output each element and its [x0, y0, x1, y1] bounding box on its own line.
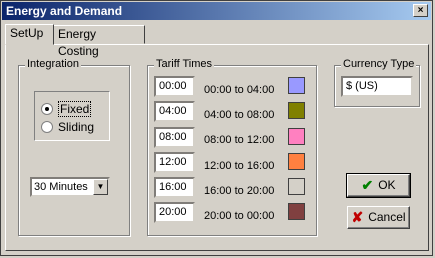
close-icon: × — [417, 5, 424, 16]
setup-panel: Integration Fixed Sliding 30 Minutes ▼ T… — [5, 44, 429, 251]
interval-select[interactable]: 30 Minutes ▼ — [30, 177, 110, 197]
tab-setup-label: SetUp — [10, 26, 44, 40]
tariff-color-swatch-6[interactable] — [288, 203, 305, 220]
tariff-range-label-2: 04:00 to 08:00 — [204, 109, 275, 121]
tariff-color-swatch-5[interactable] — [288, 178, 305, 195]
check-icon: ✔ — [361, 177, 374, 194]
tariff-color-swatch-3[interactable] — [288, 128, 305, 145]
energy-demand-dialog: Energy and Demand × SetUp Energy Costing… — [0, 0, 433, 256]
tariff-time-input-6[interactable]: 20:00 — [154, 202, 195, 223]
interval-select-value: 30 Minutes — [34, 181, 88, 193]
tab-energy-costing[interactable]: Energy Costing — [53, 25, 145, 58]
cancel-button[interactable]: ✘ Cancel — [347, 206, 410, 229]
tariff-range-label-5: 16:00 to 20:00 — [204, 185, 275, 197]
tariff-range-label-1: 00:00 to 04:00 — [204, 84, 275, 96]
radio-fixed[interactable]: Fixed — [41, 101, 92, 117]
radio-fixed-label: Fixed — [58, 101, 92, 117]
integration-options-box: Fixed Sliding — [34, 91, 110, 141]
radio-sliding[interactable]: Sliding — [41, 119, 94, 135]
radio-sliding-label: Sliding — [58, 120, 95, 134]
currency-type-group: Currency Type $ (US) — [334, 58, 420, 107]
tariff-color-swatch-2[interactable] — [288, 102, 305, 119]
tariff-time-input-5[interactable]: 16:00 — [154, 177, 195, 198]
radio-sliding-indicator[interactable] — [41, 120, 53, 133]
ok-button[interactable]: ✔ OK — [346, 173, 411, 198]
integration-group: Integration Fixed Sliding 30 Minutes ▼ — [18, 58, 130, 236]
tariff-time-input-4[interactable]: 12:00 — [154, 152, 195, 173]
tab-setup[interactable]: SetUp — [5, 24, 54, 45]
tariff-time-input-3[interactable]: 08:00 — [154, 127, 195, 148]
ok-button-label: OK — [378, 178, 396, 192]
tariff-times-group: Tariff Times 00:00 00:00 to 04:00 04:00 … — [147, 58, 317, 236]
cancel-button-label: Cancel — [368, 210, 406, 224]
tariff-range-label-4: 12:00 to 16:00 — [204, 160, 275, 172]
tariff-time-input-2[interactable]: 04:00 — [154, 101, 195, 122]
radio-fixed-indicator[interactable] — [41, 102, 53, 115]
close-button[interactable]: × — [413, 4, 428, 17]
tariff-range-label-3: 08:00 to 12:00 — [204, 134, 275, 146]
currency-type-group-label: Currency Type — [341, 58, 417, 70]
window-title: Energy and Demand — [6, 4, 123, 18]
integration-group-label: Integration — [25, 58, 81, 70]
title-bar: Energy and Demand × — [2, 2, 431, 20]
tariff-range-label-6: 20:00 to 00:00 — [204, 210, 275, 222]
chevron-down-icon[interactable]: ▼ — [93, 179, 108, 195]
tariff-times-group-label: Tariff Times — [154, 58, 215, 70]
cross-icon: ✘ — [351, 209, 364, 226]
tariff-color-swatch-4[interactable] — [288, 153, 305, 170]
tariff-time-input-1[interactable]: 00:00 — [154, 76, 195, 97]
tariff-color-swatch-1[interactable] — [288, 77, 305, 94]
currency-type-input[interactable]: $ (US) — [341, 76, 413, 97]
